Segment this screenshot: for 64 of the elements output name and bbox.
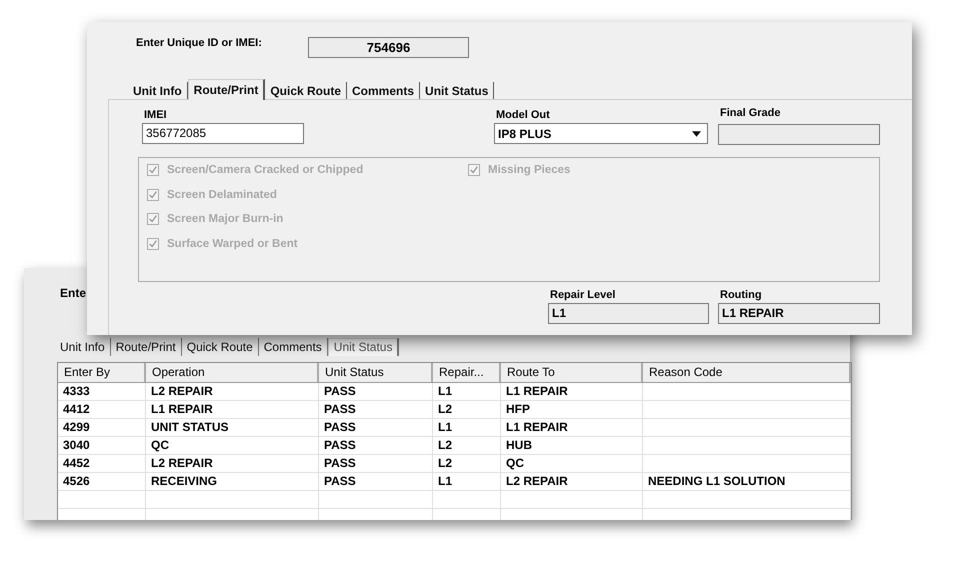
field-label: Enter Unique ID or IMEI:: [136, 36, 263, 48]
column-header[interactable]: Route To: [501, 363, 643, 382]
field-label: IMEI: [144, 109, 168, 122]
table-cell: PASS: [319, 401, 433, 418]
table-cell: L1 REPAIR: [501, 419, 643, 436]
table-cell: 3040: [58, 437, 146, 454]
table-cell: RECEIVING: [146, 473, 319, 490]
table-cell: 4412: [58, 401, 146, 418]
column-header[interactable]: Enter By: [58, 363, 146, 382]
column-header[interactable]: Unit Status: [319, 363, 433, 382]
table-cell: 4452: [58, 455, 146, 472]
tab[interactable]: Unit Status: [328, 338, 400, 356]
tab[interactable]: Quick Route: [182, 338, 259, 356]
table-cell: HFP: [501, 401, 643, 418]
field-label: Ente: [60, 286, 86, 300]
tab[interactable]: Quick Route: [265, 82, 348, 99]
table-cell: L1: [433, 383, 501, 400]
table-cell: UNIT STATUS: [146, 419, 319, 436]
table-cell: 4299: [58, 419, 146, 436]
imei-field[interactable]: 356772085: [142, 123, 304, 144]
column-header[interactable]: Repair...: [433, 363, 501, 382]
table-cell: L2: [433, 401, 501, 418]
checkbox-label: Screen/Camera Cracked or Chipped: [167, 164, 364, 176]
table-cell: 4333: [58, 383, 146, 400]
table-cell: L1 REPAIR: [146, 401, 319, 418]
table-cell: L1: [433, 419, 501, 436]
tab[interactable]: Comments: [347, 82, 420, 99]
field-label: Model Out: [496, 109, 551, 122]
table-cell: L2: [433, 455, 501, 472]
table-cell: HUB: [501, 437, 643, 454]
table-cell: L2 REPAIR: [501, 473, 643, 490]
table-cell: 4526: [58, 473, 146, 490]
table-cell: PASS: [319, 437, 433, 454]
table-cell: PASS: [319, 383, 433, 400]
table-cell: L1: [433, 473, 501, 490]
field-label: Repair Level: [550, 289, 616, 302]
tab[interactable]: Route/Print: [110, 338, 182, 356]
column-header[interactable]: Operation: [146, 363, 319, 382]
routing-field[interactable]: L1 REPAIR: [718, 303, 880, 324]
table-cell: L2 REPAIR: [146, 383, 319, 400]
tab[interactable]: Unit Info: [55, 338, 111, 356]
table-cell: QC: [146, 437, 319, 454]
model-dropdown[interactable]: IP8 PLUS: [494, 123, 708, 144]
field-label: Final Grade: [720, 107, 782, 120]
checkbox-label: Surface Warped or Bent: [167, 238, 298, 250]
table-cell: L2: [433, 437, 501, 454]
tab[interactable]: Route/Print: [188, 79, 266, 100]
id-field[interactable]: 754696: [308, 37, 469, 58]
table-cell: PASS: [319, 419, 433, 436]
table-cell: PASS: [319, 473, 433, 490]
caret-icon: [692, 130, 701, 136]
column-header[interactable]: Reason Code: [643, 363, 851, 382]
repair-level-field[interactable]: L1: [548, 303, 709, 324]
checkbox-label: Screen Delaminated: [167, 188, 277, 201]
table-cell: L1 REPAIR: [501, 383, 643, 400]
tab[interactable]: Unit Status: [420, 82, 494, 99]
table-cell: L2 REPAIR: [146, 455, 319, 472]
checkbox-label: Screen Major Burn-in: [167, 213, 284, 226]
final-grade-field[interactable]: [718, 124, 880, 145]
field-label: Routing: [720, 289, 763, 302]
table-cell: PASS: [319, 455, 433, 472]
table-cell: QC: [501, 455, 643, 472]
checkbox-label: Missing Pieces: [488, 164, 570, 176]
table-cell: NEEDING L1 SOLUTION: [643, 473, 851, 490]
